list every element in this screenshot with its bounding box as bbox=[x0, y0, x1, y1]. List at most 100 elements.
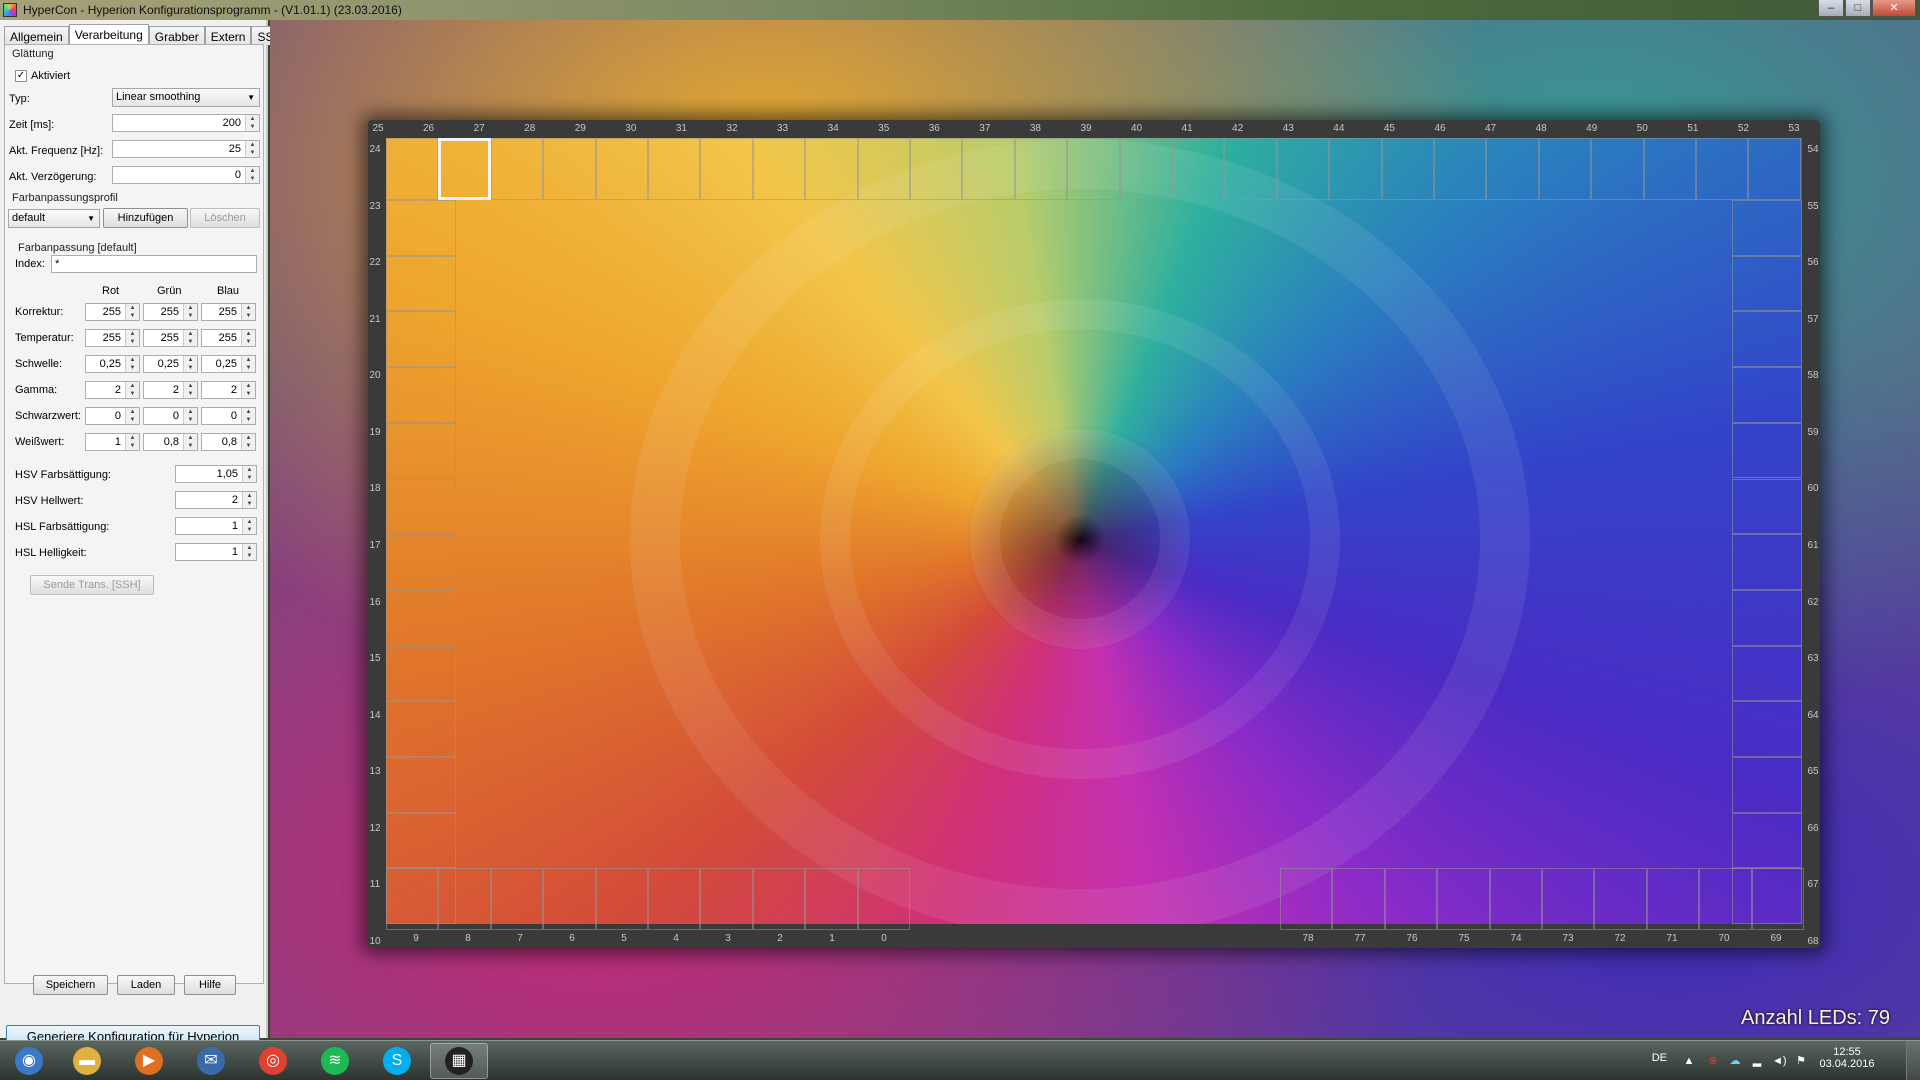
spinner-arrows-icon[interactable]: ▲ ▼ bbox=[241, 382, 255, 398]
led-region[interactable] bbox=[438, 138, 491, 200]
taskbar-start[interactable]: ◉ bbox=[0, 1043, 58, 1079]
spinner-arrows-icon[interactable]: ▲ ▼ bbox=[241, 356, 255, 372]
taskbar-skype[interactable]: S bbox=[368, 1043, 426, 1079]
led-region[interactable] bbox=[386, 812, 456, 869]
delay-spinbox[interactable]: 0 ▲ ▼ bbox=[112, 166, 260, 184]
color-red-spinbox[interactable]: 1 ▲ ▼ bbox=[85, 433, 140, 451]
color-green-spinbox[interactable]: 0 ▲ ▼ bbox=[143, 407, 198, 425]
led-region[interactable] bbox=[857, 868, 910, 930]
led-region[interactable] bbox=[1437, 868, 1490, 930]
led-region[interactable] bbox=[1280, 868, 1333, 930]
spinner-arrows-icon[interactable]: ▲ ▼ bbox=[125, 330, 139, 346]
led-region[interactable] bbox=[386, 478, 456, 535]
taskbar-chrome[interactable]: ◎ bbox=[244, 1043, 302, 1079]
taskbar-explorer[interactable]: ▬ bbox=[58, 1043, 116, 1079]
color-green-spinbox[interactable]: 0,25 ▲ ▼ bbox=[143, 355, 198, 373]
show-hidden-icons-icon[interactable]: ▲ bbox=[1682, 1054, 1696, 1068]
led-region[interactable] bbox=[1699, 868, 1752, 930]
spinner-arrows-icon[interactable]: ▲ ▼ bbox=[183, 382, 197, 398]
led-region[interactable] bbox=[700, 868, 753, 930]
led-region[interactable] bbox=[1067, 138, 1120, 200]
color-blue-spinbox[interactable]: 0 ▲ ▼ bbox=[201, 407, 256, 425]
led-region[interactable] bbox=[1732, 589, 1802, 646]
led-region[interactable] bbox=[595, 868, 648, 930]
led-region[interactable] bbox=[1486, 138, 1539, 200]
volume-icon[interactable]: ◄) bbox=[1772, 1054, 1787, 1068]
led-region[interactable] bbox=[1591, 138, 1644, 200]
led-region[interactable] bbox=[1732, 255, 1802, 312]
led-region[interactable] bbox=[1732, 367, 1802, 423]
led-region[interactable] bbox=[543, 868, 596, 930]
close-button[interactable]: ✕ bbox=[1872, 0, 1916, 17]
profile-select[interactable]: default ▼ bbox=[8, 209, 100, 228]
load-button[interactable]: Laden bbox=[117, 975, 175, 995]
spinner-arrows-icon[interactable]: ▲ ▼ bbox=[125, 434, 139, 450]
color-blue-spinbox[interactable]: 2 ▲ ▼ bbox=[201, 381, 256, 399]
led-region[interactable] bbox=[386, 138, 439, 200]
tab-verarbeitung[interactable]: Verarbeitung bbox=[68, 24, 149, 45]
led-region[interactable] bbox=[1434, 138, 1487, 200]
led-region[interactable] bbox=[543, 138, 596, 200]
color-green-spinbox[interactable]: 0,8 ▲ ▼ bbox=[143, 433, 198, 451]
led-region[interactable] bbox=[805, 868, 858, 930]
tab-allgemein[interactable]: Allgemein bbox=[4, 26, 69, 45]
maximize-button[interactable]: □ bbox=[1845, 0, 1871, 17]
time-spinbox[interactable]: 200 ▲ ▼ bbox=[112, 114, 260, 132]
led-region[interactable] bbox=[1732, 422, 1802, 479]
led-region[interactable] bbox=[1732, 701, 1802, 757]
antivirus-icon[interactable]: ⊗ bbox=[1706, 1054, 1720, 1068]
led-region[interactable] bbox=[752, 868, 806, 930]
led-region[interactable] bbox=[648, 138, 701, 200]
led-region[interactable] bbox=[386, 422, 456, 479]
led-region[interactable] bbox=[490, 138, 544, 200]
spinner-arrows-icon[interactable]: ▲ ▼ bbox=[245, 141, 259, 157]
led-region[interactable] bbox=[1748, 138, 1801, 200]
tab-grabber[interactable]: Grabber bbox=[148, 26, 205, 45]
color-blue-spinbox[interactable]: 255 ▲ ▼ bbox=[201, 329, 256, 347]
led-region[interactable] bbox=[1172, 138, 1225, 200]
led-region[interactable] bbox=[1732, 478, 1802, 535]
led-region[interactable] bbox=[1594, 868, 1647, 930]
led-region[interactable] bbox=[1732, 311, 1802, 368]
led-region[interactable] bbox=[386, 200, 456, 256]
frequency-spinbox[interactable]: 25 ▲ ▼ bbox=[112, 140, 260, 158]
led-region[interactable] bbox=[1329, 138, 1382, 200]
led-region[interactable] bbox=[386, 589, 456, 646]
led-region[interactable] bbox=[1381, 138, 1434, 200]
spinner-arrows-icon[interactable]: ▲ ▼ bbox=[183, 434, 197, 450]
led-region[interactable] bbox=[1384, 868, 1438, 930]
color-blue-spinbox[interactable]: 255 ▲ ▼ bbox=[201, 303, 256, 321]
led-region[interactable] bbox=[1732, 200, 1802, 256]
add-profile-button[interactable]: Hinzufügen bbox=[103, 208, 188, 228]
led-region[interactable] bbox=[386, 868, 439, 930]
spinner-arrows-icon[interactable]: ▲ ▼ bbox=[242, 518, 256, 534]
led-region[interactable] bbox=[386, 534, 456, 590]
spinner-arrows-icon[interactable]: ▲ ▼ bbox=[242, 544, 256, 560]
led-region[interactable] bbox=[386, 701, 456, 757]
led-region[interactable] bbox=[1732, 812, 1802, 869]
led-region[interactable] bbox=[1696, 138, 1749, 200]
led-region[interactable] bbox=[386, 645, 456, 702]
color-blue-spinbox[interactable]: 0,25 ▲ ▼ bbox=[201, 355, 256, 373]
hsv-value-spinbox[interactable]: 2 ▲ ▼ bbox=[175, 491, 257, 509]
led-region[interactable] bbox=[386, 255, 456, 312]
led-region[interactable] bbox=[752, 138, 806, 200]
color-red-spinbox[interactable]: 255 ▲ ▼ bbox=[85, 329, 140, 347]
cloud-icon[interactable]: ☁ bbox=[1728, 1054, 1742, 1068]
clock[interactable]: 12:55 03.04.2016 bbox=[1812, 1046, 1882, 1070]
led-region[interactable] bbox=[1332, 868, 1385, 930]
spinner-arrows-icon[interactable]: ▲ ▼ bbox=[183, 408, 197, 424]
led-region[interactable] bbox=[857, 138, 910, 200]
led-region[interactable] bbox=[1489, 868, 1542, 930]
spinner-arrows-icon[interactable]: ▲ ▼ bbox=[242, 466, 256, 482]
minimize-button[interactable]: – bbox=[1818, 0, 1844, 17]
led-region[interactable] bbox=[962, 138, 1015, 200]
led-region[interactable] bbox=[1643, 138, 1696, 200]
spinner-arrows-icon[interactable]: ▲ ▼ bbox=[241, 304, 255, 320]
network-icon[interactable]: ▂ bbox=[1750, 1054, 1764, 1068]
color-green-spinbox[interactable]: 255 ▲ ▼ bbox=[143, 329, 198, 347]
help-button[interactable]: Hilfe bbox=[184, 975, 236, 995]
hsl-saturation-spinbox[interactable]: 1 ▲ ▼ bbox=[175, 517, 257, 535]
taskbar-media-player[interactable]: ▶ bbox=[120, 1043, 178, 1079]
led-region[interactable] bbox=[910, 138, 963, 200]
